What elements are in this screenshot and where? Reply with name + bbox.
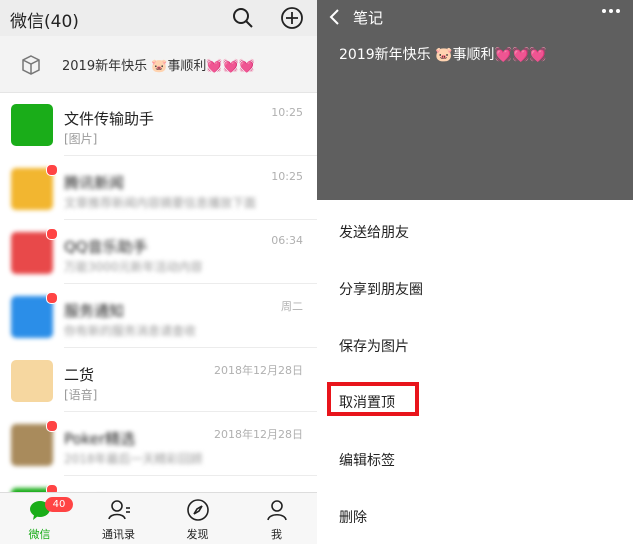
- chat-row[interactable]: 服务通知 周二你有新的服务消息请查收: [0, 284, 317, 348]
- menu-item-save-image[interactable]: 保存为图片: [339, 336, 409, 356]
- action-sheet: 发送给朋友 分享到朋友圈 保存为图片 取消置顶 编辑标签 删除: [317, 200, 633, 544]
- unread-dot: [46, 164, 58, 176]
- chat-preview: 万能3000元新年活动内容: [64, 260, 203, 274]
- menu-item-delete[interactable]: 删除: [339, 507, 367, 527]
- app-title: 微信(40): [10, 12, 79, 32]
- unread-dot: [46, 420, 58, 432]
- pinned-note-text: 2019新年快乐 🐷事顺利💓💓💓: [62, 59, 255, 74]
- highlight-box: [327, 382, 419, 416]
- menu-item-send-to-friend[interactable]: 发送给朋友: [339, 222, 409, 242]
- tab-label: 微信: [28, 528, 51, 541]
- avatar: [11, 360, 53, 402]
- chat-row[interactable]: Poker精选 2018年12月28日 2018年最后一天精彩回顾: [0, 412, 317, 476]
- note-content: 2019新年快乐 🐷事顺利💓💓💓: [339, 47, 547, 63]
- pinned-note-item[interactable]: 2019新年快乐 🐷事顺利💓💓💓: [0, 36, 317, 93]
- tab-chats[interactable]: 40 微信: [0, 493, 79, 544]
- more-options-icon[interactable]: [601, 8, 621, 14]
- chat-list-screen: 微信(40) 2019新年快乐 🐷事顺利💓💓💓 文件传输助手 10:25 [图片] 腾…: [0, 0, 317, 544]
- bottom-tab-bar: 40 微信 通讯录 发现 我: [0, 492, 317, 544]
- chat-time: 2018年12月28日: [214, 364, 303, 377]
- tab-label: 通讯录: [102, 528, 135, 541]
- contacts-icon: [108, 500, 130, 520]
- chat-row[interactable]: QQ音乐助手 06:34 万能3000元新年活动内容: [0, 220, 317, 284]
- unread-dot: [46, 292, 58, 304]
- unread-badge: 40: [45, 497, 73, 512]
- tab-me[interactable]: 我: [237, 493, 316, 544]
- menu-item-edit-tags[interactable]: 编辑标签: [339, 450, 395, 470]
- chat-preview: 文章推荐新闻内容摘要信息播放下面: [64, 196, 257, 210]
- chat-time: 2018年12月28日: [214, 428, 303, 441]
- chat-preview: 2018年最后一天精彩回顾: [64, 452, 203, 466]
- page-title: 笔记: [353, 9, 384, 27]
- chat-name: 腾讯新闻: [64, 174, 125, 192]
- chat-row[interactable]: 腾讯新闻 10:25 文章推荐新闻内容摘要信息播放下面: [0, 156, 317, 220]
- chat-preview: 你有新的服务消息请查收: [64, 324, 197, 338]
- unread-dot: [46, 228, 58, 240]
- tab-label: 发现: [186, 528, 209, 541]
- avatar: [11, 104, 53, 146]
- dimmed-note-view: 笔记 2019新年快乐 🐷事顺利💓💓💓: [317, 0, 633, 200]
- menu-item-share-moments[interactable]: 分享到朋友圈: [339, 279, 423, 299]
- chat-preview: [图片]: [64, 132, 98, 146]
- chat-time: 10:25: [271, 106, 303, 119]
- chat-name: 服务通知: [64, 302, 125, 320]
- chat-name: Poker精选: [64, 430, 136, 448]
- chat-time: 周二: [281, 300, 303, 313]
- chat-row[interactable]: 文件传输助手 10:25 [图片]: [0, 92, 317, 156]
- chat-name: 文件传输助手: [64, 110, 155, 128]
- note-options-screen: 笔记 2019新年快乐 🐷事顺利💓💓💓 发送给朋友 分享到朋友圈 保存为图片 取…: [317, 0, 633, 544]
- tab-contacts[interactable]: 通讯录: [79, 493, 158, 544]
- chat-time: 10:25: [271, 170, 303, 183]
- chat-row[interactable]: 二货 2018年12月28日 [语音]: [0, 348, 317, 412]
- search-icon[interactable]: [231, 6, 255, 30]
- person-icon: [267, 500, 287, 521]
- tab-label: 我: [271, 528, 282, 541]
- back-arrow-icon[interactable]: [328, 8, 342, 26]
- chat-time: 06:34: [271, 234, 303, 247]
- top-bar: 微信(40): [0, 0, 317, 36]
- add-icon[interactable]: [280, 6, 304, 30]
- chat-name: 二货: [64, 366, 95, 384]
- cube-icon: [22, 55, 40, 75]
- chat-preview: [语音]: [64, 388, 98, 402]
- tab-discover[interactable]: 发现: [158, 493, 237, 544]
- chat-name: QQ音乐助手: [64, 238, 148, 256]
- compass-icon: [187, 499, 209, 521]
